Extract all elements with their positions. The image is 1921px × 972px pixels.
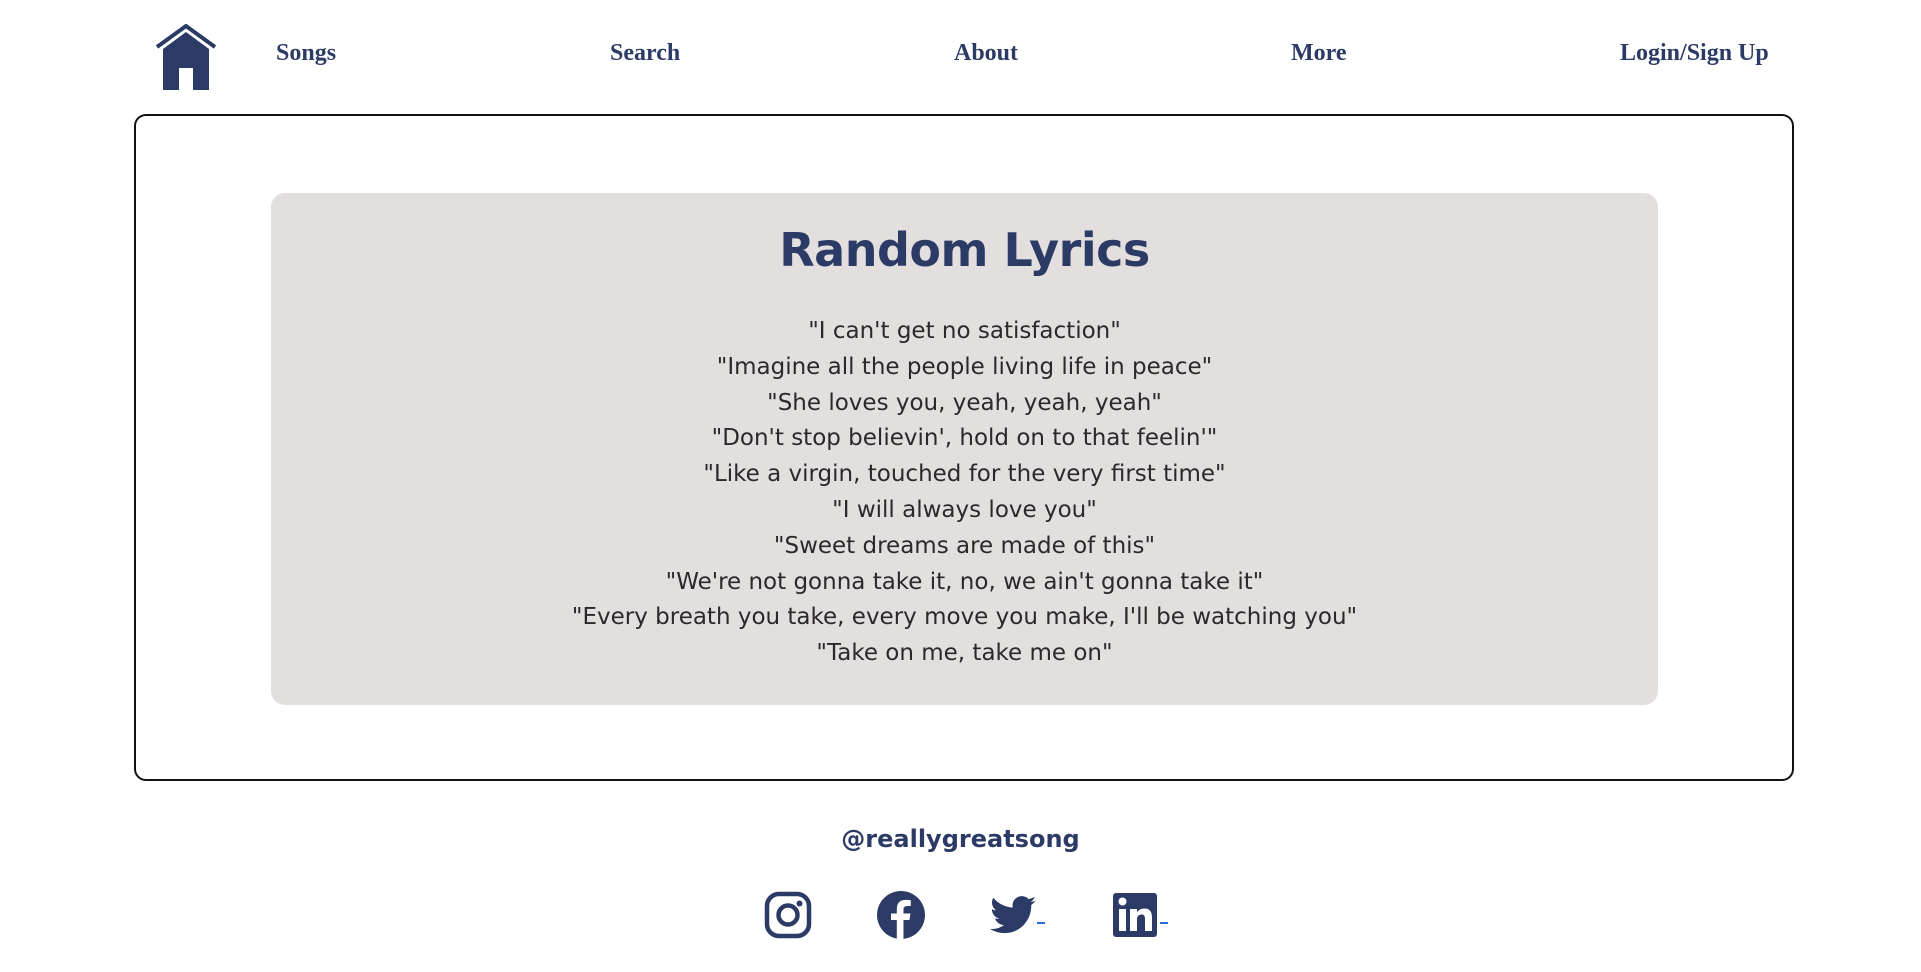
instagram-icon[interactable] (763, 890, 813, 940)
page-title: Random Lyrics (779, 223, 1150, 277)
top-nav: Songs Search About More Login/Sign Up (0, 0, 1921, 110)
home-icon[interactable] (155, 24, 217, 90)
lyric-line: "Don't stop believin', hold on to that f… (711, 425, 1218, 452)
lyric-line: "I will always love you" (832, 496, 1097, 523)
nav-about[interactable]: About (954, 40, 1018, 67)
lyric-line: "Like a virgin, touched for the very fir… (703, 461, 1226, 488)
facebook-icon[interactable] (876, 890, 926, 940)
nav-songs[interactable]: Songs (276, 40, 336, 67)
lyric-line: "Imagine all the people living life in p… (716, 353, 1213, 380)
social-handle: @reallygreatsong (841, 825, 1080, 853)
lyric-line: "Sweet dreams are made of this" (773, 532, 1156, 559)
lyrics-list: "I can't get no satisfaction" "Imagine a… (271, 314, 1658, 672)
linkedin-icon[interactable] (1110, 890, 1160, 940)
linkedin-link-underline (1160, 922, 1168, 924)
twitter-link-underline (1037, 922, 1045, 924)
nav-login-signup[interactable]: Login/Sign Up (1620, 40, 1769, 67)
twitter-icon[interactable] (988, 890, 1038, 940)
lyric-line: "Take on me, take me on" (816, 640, 1113, 667)
nav-search[interactable]: Search (610, 40, 680, 67)
lyric-line: "I can't get no satisfaction" (808, 318, 1121, 344)
lyric-line: "We're not gonna take it, no, we ain't g… (665, 568, 1264, 595)
lyric-line: "She loves you, yeah, yeah, yeah" (767, 389, 1162, 416)
nav-more[interactable]: More (1291, 40, 1347, 67)
lyric-line: "Every breath you take, every move you m… (571, 604, 1358, 631)
random-lyrics-card: Random Lyrics "I can't get no satisfacti… (271, 193, 1658, 705)
